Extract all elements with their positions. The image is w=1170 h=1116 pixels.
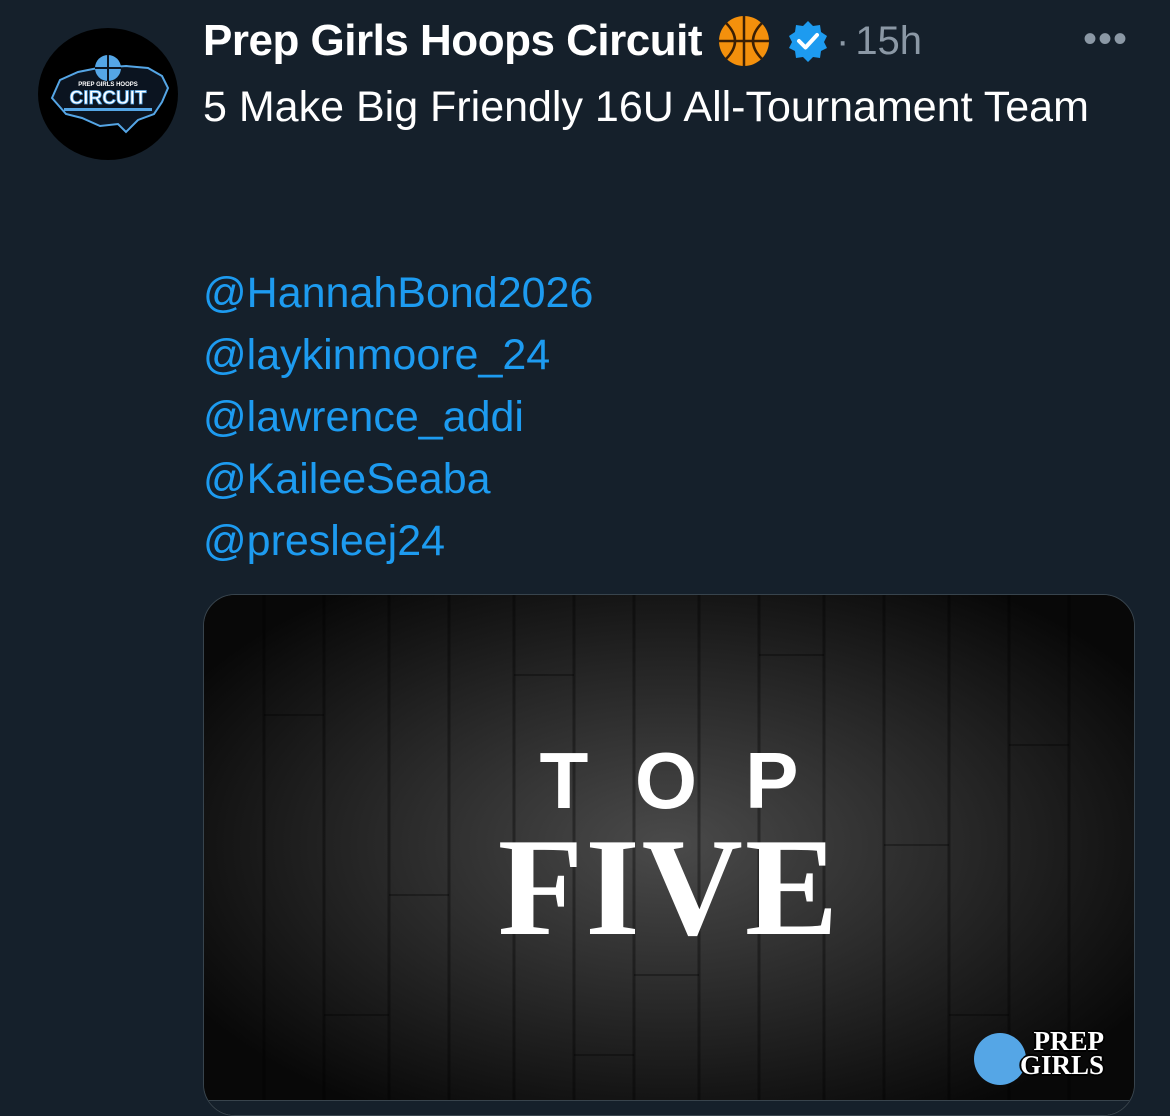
mention-link[interactable]: @KaileeSeaba	[203, 448, 593, 510]
media-image[interactable]: TOP FIVE PREP GIRLS	[203, 594, 1135, 1116]
media-card-footer	[204, 1100, 1134, 1115]
basketball-icon	[716, 13, 772, 69]
logo-main-text: CIRCUIT	[69, 88, 146, 109]
basketball-icon	[974, 1033, 1026, 1085]
separator-dot: ·	[835, 18, 850, 63]
mention-link[interactable]: @lawrence_addi	[203, 386, 593, 448]
verified-badge-icon[interactable]	[786, 19, 830, 63]
post-header: Prep Girls Hoops Circuit · 15h	[203, 12, 922, 70]
brand-line-2: GIRLS	[1019, 1050, 1104, 1080]
mention-link[interactable]: @laykinmoore_24	[203, 324, 593, 386]
avatar[interactable]: PREP GIRLS HOOPS CIRCUIT	[38, 28, 178, 160]
more-options-icon[interactable]: •••	[1083, 19, 1128, 59]
display-name[interactable]: Prep Girls Hoops Circuit	[203, 16, 702, 66]
mention-list: @HannahBond2026 @laykinmoore_24 @lawrenc…	[203, 262, 593, 572]
prep-girls-logo: PREP GIRLS	[974, 1028, 1104, 1089]
timestamp[interactable]: 15h	[855, 19, 922, 64]
post-text: 5 Make Big Friendly 16U All-Tournament T…	[203, 83, 1089, 131]
circuit-logo: PREP GIRLS HOOPS CIRCUIT	[50, 55, 170, 134]
media-five-text: FIVE	[497, 810, 841, 965]
mention-link[interactable]: @presleej24	[203, 510, 593, 572]
mention-link[interactable]: @HannahBond2026	[203, 262, 593, 324]
